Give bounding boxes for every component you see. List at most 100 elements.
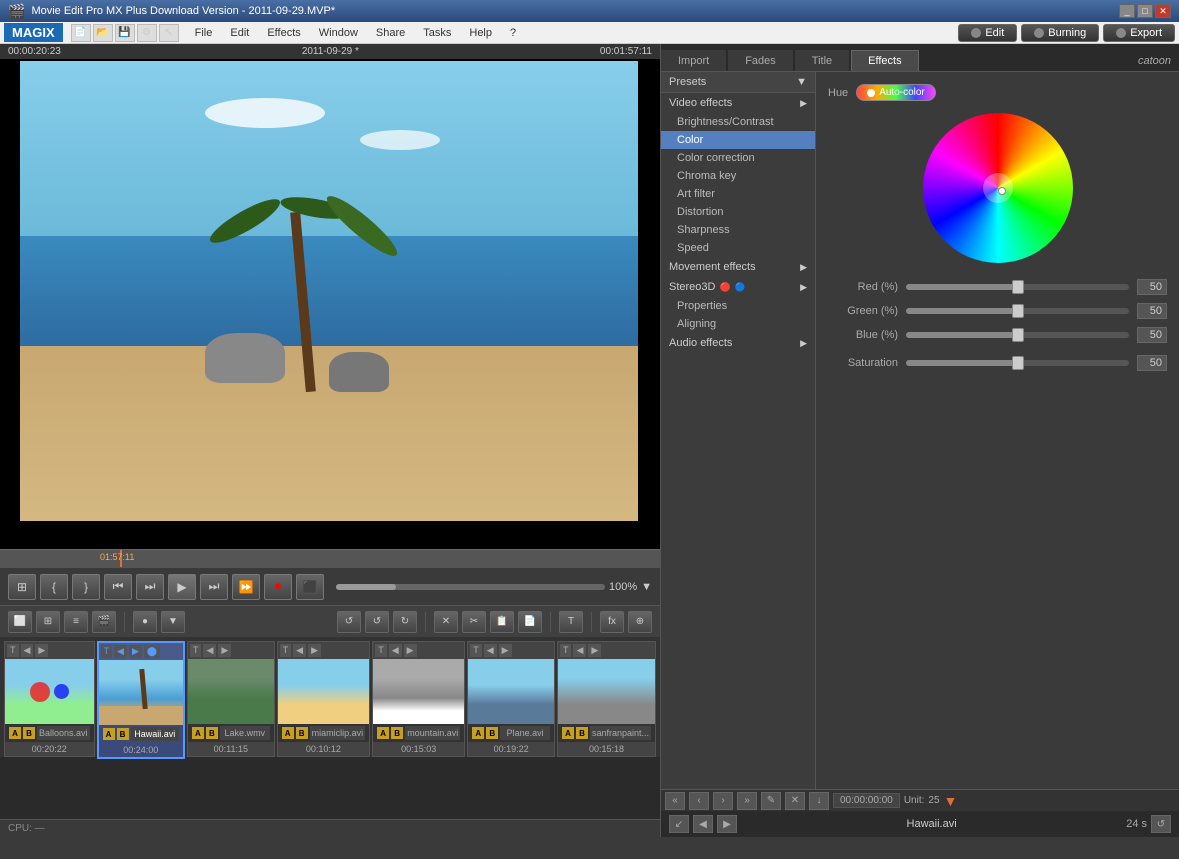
section-stereo3d[interactable]: Stereo3D 🔴🔵 ▶ (661, 277, 815, 297)
clip-lake[interactable]: T ◀ ▶ A B Lake.wmv 00:11:15 (187, 641, 275, 757)
b-button[interactable]: B (576, 727, 588, 739)
list-view-button[interactable]: ≡ (64, 611, 88, 633)
multicam-button[interactable]: 🎬 (92, 611, 116, 633)
effect-brightness-contrast[interactable]: Brightness/Contrast (661, 113, 815, 131)
redo-button[interactable]: ↻ (393, 611, 417, 633)
saturation-slider-handle[interactable] (1012, 356, 1024, 370)
mark-in-button[interactable]: { (40, 574, 68, 600)
menu-window[interactable]: Window (311, 25, 366, 41)
clip-nav-next[interactable]: ▶ (588, 644, 601, 657)
menu-edit[interactable]: Edit (222, 25, 257, 41)
clip-nav-next[interactable]: ▶ (308, 644, 321, 657)
effect-art-filter[interactable]: Art filter (661, 185, 815, 203)
wheel-dot[interactable] (998, 187, 1006, 195)
clip-miami[interactable]: T ◀ ▶ A B miamiclip.avi 00:10:12 (277, 641, 371, 757)
section-audio-effects[interactable]: Audio effects ▶ (661, 333, 815, 353)
red-slider-track[interactable] (906, 284, 1129, 290)
edit-mode-button[interactable]: Edit (958, 24, 1017, 42)
clip-nav-end[interactable]: ⬤ (144, 645, 160, 658)
mark-out-button[interactable]: } (72, 574, 100, 600)
a-button[interactable]: A (377, 727, 389, 739)
section-video-effects[interactable]: Video effects ▶ (661, 93, 815, 113)
tab-title[interactable]: Title (795, 50, 849, 71)
clip-nav-prev[interactable]: ◀ (293, 644, 306, 657)
clip-nav-prev[interactable]: ◀ (484, 644, 497, 657)
a-button[interactable]: A (9, 727, 21, 739)
burning-button[interactable]: Burning (1021, 24, 1099, 42)
tab-effects[interactable]: Effects (851, 50, 918, 71)
effect-sharpness[interactable]: Sharpness (661, 221, 815, 239)
effect-properties[interactable]: Properties (661, 297, 815, 315)
effect-speed[interactable]: Speed (661, 239, 815, 257)
tab-fades[interactable]: Fades (728, 50, 793, 71)
clip-nav-next[interactable]: ▶ (499, 644, 512, 657)
record-button[interactable]: ⏺ (264, 574, 292, 600)
close-button[interactable]: ✕ (1155, 4, 1171, 18)
view-mode-button[interactable]: ⬜ (8, 611, 32, 633)
effects-clip-button[interactable]: fx (600, 611, 624, 633)
storyboard-button[interactable]: ⊞ (36, 611, 60, 633)
clip-nav-prev[interactable]: ◀ (573, 644, 586, 657)
pointer-icon[interactable]: ↖ (159, 24, 179, 42)
stop-button[interactable]: ⬛ (296, 574, 324, 600)
clip-nav-prev[interactable]: ◀ (693, 815, 713, 833)
clip-nav-prev[interactable]: ◀ (21, 644, 34, 657)
stabilize-button[interactable]: ⊕ (628, 611, 652, 633)
b-button[interactable]: B (391, 727, 403, 739)
clip-hawaii[interactable]: T ◀ ▶ ⬤ A B Hawaii.avi 00:24:00 (97, 641, 185, 759)
b-button[interactable]: B (117, 728, 129, 740)
first-frame-button[interactable]: ⏭ (136, 574, 164, 600)
maximize-button[interactable]: □ (1137, 4, 1153, 18)
b-button[interactable]: B (486, 727, 498, 739)
b-button[interactable]: B (23, 727, 35, 739)
green-slider-track[interactable] (906, 308, 1129, 314)
blue-slider-track[interactable] (906, 332, 1129, 338)
effects-track-button[interactable]: ● (133, 611, 157, 633)
clip-nav-next[interactable]: ▶ (218, 644, 231, 657)
clip-plane[interactable]: T ◀ ▶ A B Plane.avi 00:19:22 (467, 641, 555, 757)
zoom-dropdown[interactable]: ▼ (641, 581, 652, 593)
save-icon[interactable]: 💾 (115, 24, 135, 42)
a-button[interactable]: A (282, 727, 294, 739)
clip-nav-prev[interactable]: ◀ (389, 644, 402, 657)
delete-button[interactable]: ✕ (434, 611, 458, 633)
effect-aligning[interactable]: Aligning (661, 315, 815, 333)
marks-button[interactable]: ⊞ (8, 574, 36, 600)
open-icon[interactable]: 📂 (93, 24, 113, 42)
zoom-slider[interactable] (336, 584, 605, 590)
b-button[interactable]: B (296, 727, 308, 739)
effect-distortion[interactable]: Distortion (661, 203, 815, 221)
clip-nav-next[interactable]: ▶ (717, 815, 737, 833)
settings-icon[interactable]: ⚙ (137, 24, 157, 42)
menu-share[interactable]: Share (368, 25, 413, 41)
menu-file[interactable]: File (187, 25, 221, 41)
clip-nav-next[interactable]: ▶ (35, 644, 48, 657)
export-button[interactable]: Export (1103, 24, 1175, 42)
tl-nav-delete[interactable]: ✕ (785, 792, 805, 810)
tl-nav-next2[interactable]: » (737, 792, 757, 810)
auto-color-button[interactable]: Auto-color (856, 84, 936, 101)
tl-nav-edit[interactable]: ✎ (761, 792, 781, 810)
saturation-slider-track[interactable] (906, 360, 1129, 366)
paste-button[interactable]: 📄 (518, 611, 542, 633)
clip-nav-next[interactable]: ▶ (404, 644, 417, 657)
menu-effects[interactable]: Effects (259, 25, 308, 41)
tl-nav-down[interactable]: ↓ (809, 792, 829, 810)
next-frame-button[interactable]: ⏭ (200, 574, 228, 600)
menu-help[interactable]: Help (461, 25, 500, 41)
cut-button[interactable]: ✂ (462, 611, 486, 633)
track-settings-button[interactable]: ▼ (161, 611, 185, 633)
effect-color-correction[interactable]: Color correction (661, 149, 815, 167)
a-button[interactable]: A (192, 727, 204, 739)
b-button[interactable]: B (206, 727, 218, 739)
text-button[interactable]: T (559, 611, 583, 633)
tl-nav-prev[interactable]: ‹ (689, 792, 709, 810)
clip-sanfran[interactable]: T ◀ ▶ A B sanfranpaint... 00:15:18 (557, 641, 656, 757)
undo-button[interactable]: ↺ (337, 611, 361, 633)
green-slider-handle[interactable] (1012, 304, 1024, 318)
clip-nav-next[interactable]: ▶ (129, 645, 142, 658)
copy-button[interactable]: 📋 (490, 611, 514, 633)
effect-chroma-key[interactable]: Chroma key (661, 167, 815, 185)
clip-nav-down[interactable]: ↙ (669, 815, 689, 833)
effect-color[interactable]: Color (661, 131, 815, 149)
